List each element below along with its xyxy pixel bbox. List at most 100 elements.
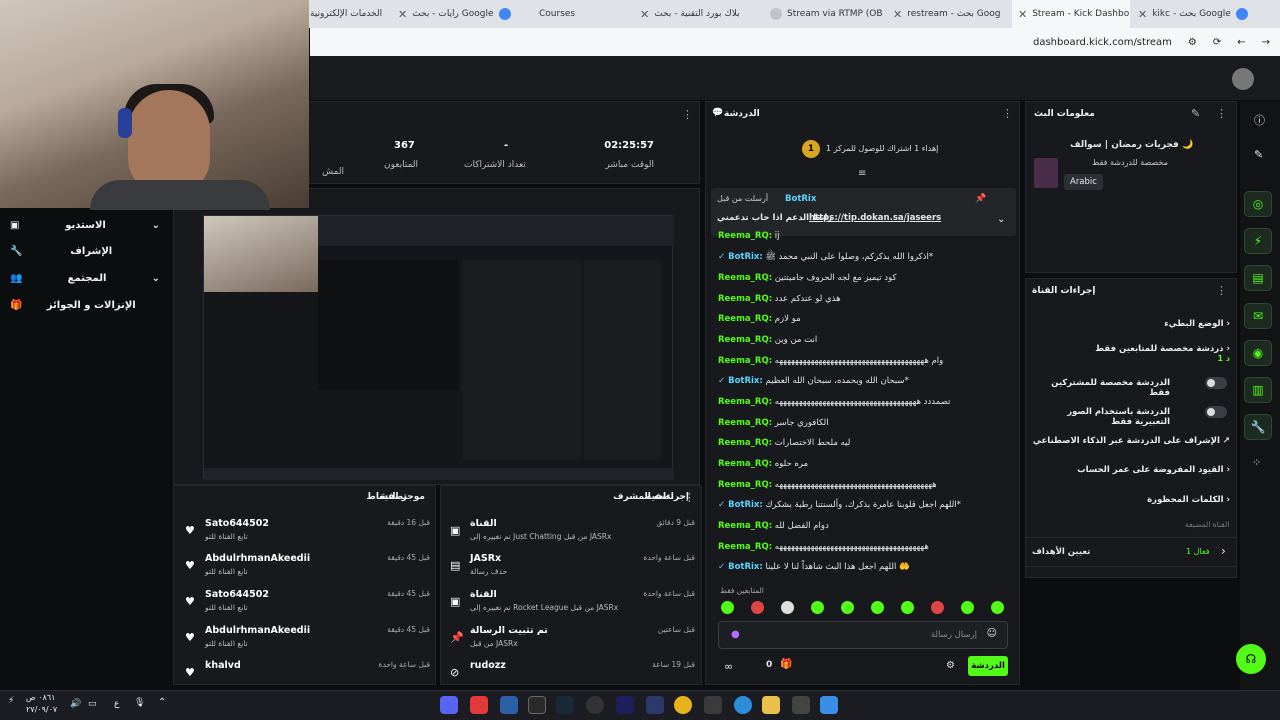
obs-icon[interactable]	[586, 696, 604, 714]
activity-row[interactable]: ♥ khalvd قبل ساعة واحدة	[185, 660, 430, 682]
forward-icon[interactable]: →	[1262, 37, 1270, 48]
menu-studio[interactable]: ▣ الاستديو ⌄	[10, 220, 160, 231]
activity-filter-button[interactable]: تصفية	[379, 492, 407, 502]
close-icon[interactable]: ✕	[893, 8, 902, 21]
chevron-down-icon[interactable]: ⌄	[997, 214, 1005, 225]
tune-icon[interactable]: ⚙	[1188, 37, 1197, 48]
account-age-row[interactable]: القيود المفروضة على عمر الحساب ›	[1030, 465, 1230, 475]
lightning-icon[interactable]: ⚡	[1244, 228, 1272, 254]
mod-row[interactable]: ▤ JASRx حذف رسالة قبل ساعة واحدة	[450, 553, 695, 583]
avatar[interactable]	[1232, 68, 1254, 90]
more-icon[interactable]: ⋮	[1216, 107, 1227, 120]
close-icon[interactable]: ✕	[398, 8, 407, 21]
emote-icon[interactable]	[871, 601, 884, 614]
chat-message[interactable]: ✓ BotRix: سبحان الله وبحمده، سبحان الله …	[718, 376, 909, 386]
mod-row[interactable]: ⊘ rudozz قبل 19 ساعة	[450, 660, 695, 682]
help-button[interactable]: ☊	[1236, 644, 1266, 674]
close-icon[interactable]: ✕	[640, 8, 649, 21]
chat-message[interactable]: Reema_RQ: مره حلوه	[718, 459, 808, 469]
chat-message[interactable]: Reema_RQ: تصمددد ههههههههههههههههههههههه…	[718, 397, 950, 407]
tab-7[interactable]: ✕ kikc - بحث Google	[1138, 0, 1268, 28]
document-icon[interactable]: ▤	[1244, 265, 1272, 291]
mic-icon[interactable]: ●	[731, 629, 740, 640]
info-icon[interactable]: ⓘ	[1254, 112, 1265, 128]
emote-icon[interactable]	[961, 601, 974, 614]
pinned-message[interactable]: أرسلت من قبل BotRix 📌 رابط الدعم اذا حاب…	[711, 188, 1016, 236]
followers-only-row[interactable]: دردشة مخصصة للمتابعين فقط › 1 د	[1030, 344, 1230, 363]
emote-icon[interactable]	[811, 601, 824, 614]
menu-community[interactable]: 👥 المجتمع ⌄	[10, 273, 160, 284]
app-icon[interactable]	[500, 696, 518, 714]
send-chat-button[interactable]: الدردشة	[968, 656, 1008, 676]
emote-icon[interactable]	[901, 601, 914, 614]
activity-row[interactable]: ♥ AbdulrhmanAkeedii تابع القناة للتو قبل 45…	[185, 625, 430, 655]
taskbar-date[interactable]: ٢٧/٠٩/٠٧	[26, 705, 57, 714]
tab-1[interactable]: ✕ رايات - بحث Google	[398, 0, 516, 28]
banned-words-row[interactable]: الكلمات المحظورة ›	[1030, 495, 1230, 505]
tab-kick-dashboard[interactable]: ✕ Stream - Kick Dashbo	[1012, 0, 1130, 28]
folder-icon[interactable]	[762, 696, 780, 714]
close-icon[interactable]: ✕	[1138, 8, 1147, 21]
edit-icon[interactable]: ✎	[1191, 107, 1200, 120]
chat-message[interactable]: Reema_RQ: هههههههههههههههههههههههههههههه…	[718, 542, 929, 552]
tab-0[interactable]: الخدمات الإلكترونية	[310, 0, 390, 28]
tab-5[interactable]: ✕ restream - بحث Goog	[893, 0, 1008, 28]
pencil-icon[interactable]: ✎	[1254, 148, 1263, 161]
emote-icon[interactable]	[781, 601, 794, 614]
reload-icon[interactable]: ⟳	[1213, 37, 1221, 48]
more-icon[interactable]: ⋮	[1216, 284, 1227, 297]
address-bar[interactable]: dashboard.kick.com/stream ⚙ ⟳ ← →	[310, 28, 1280, 56]
chat-message[interactable]: Reema_RQ: هذي لو عندكم عدد	[718, 294, 841, 304]
chat-message[interactable]: Reema_RQ: كود تيميز مع لجه الحروف جاميتت…	[718, 273, 897, 283]
language-tag[interactable]: Arabic	[1064, 174, 1103, 190]
chat-message[interactable]: Reema_RQ: ij	[718, 231, 780, 241]
chat-message[interactable]: Reema_RQ: هههههههههههههههههههههههههههههه…	[718, 480, 937, 490]
discord-icon[interactable]	[440, 696, 458, 714]
language-indicator[interactable]: ع	[114, 699, 119, 709]
chat-message[interactable]: Reema_RQ: انت من وين	[718, 335, 817, 345]
chat-message[interactable]: ✓ BotRix: اذكروا الله يذكركم، وصلوا على …	[718, 252, 933, 264]
chat-message[interactable]: Reema_RQ: الكافوري جاسر	[718, 418, 829, 428]
more-icon[interactable]: ⋮	[1002, 107, 1013, 120]
network-icon[interactable]: ▭	[88, 699, 97, 709]
chevron-up-icon[interactable]: ⌃	[158, 697, 166, 708]
steam-icon[interactable]	[556, 696, 574, 714]
broadcast-icon[interactable]: ◉	[1244, 340, 1272, 366]
chat-message[interactable]: ✓ BotRix: اللهم اجعل قلوبنا عامرة بذكرك،…	[718, 500, 961, 510]
emote-icon[interactable]	[931, 601, 944, 614]
menu-drops[interactable]: 🎁 الإنزالات و الجوائز	[10, 300, 160, 311]
epic-games-icon[interactable]	[528, 696, 546, 714]
wrench-icon[interactable]: 🔧	[1244, 414, 1272, 440]
tab-2[interactable]: Courses	[527, 0, 617, 28]
activity-row[interactable]: ♥ Sato644502 تابع القناة للتو قبل 16 دقيقة	[185, 518, 430, 548]
emote-icon[interactable]	[841, 601, 854, 614]
tab-4[interactable]: Stream via RTMP (OB	[770, 0, 885, 28]
search-icon[interactable]	[792, 696, 810, 714]
category-thumbnail[interactable]	[1034, 158, 1058, 188]
mod-row[interactable]: ▣ القناة تم تغييره إلى Just Chatting من قب…	[450, 518, 695, 548]
chrome-icon[interactable]	[674, 696, 692, 714]
chat-message[interactable]: ✓ BotRix: اللهم اجعل هذا البث شاهداً لنا…	[718, 562, 910, 572]
emote-icon[interactable]	[721, 601, 734, 614]
apps-icon[interactable]: ⁘	[1252, 456, 1261, 469]
emotes-only-toggle[interactable]	[1205, 406, 1227, 418]
subscribers-only-toggle[interactable]	[1205, 377, 1227, 389]
taskbar-time[interactable]: ٠٨٦١ ص	[26, 693, 55, 702]
menu-moderation[interactable]: 🔧 الإشراف	[10, 246, 160, 257]
stream-preview[interactable]	[203, 215, 674, 480]
mic-icon[interactable]: 🎙	[134, 698, 145, 708]
chat-message[interactable]: Reema_RQ: دوام الفضل لله	[718, 521, 829, 531]
app-icon[interactable]	[470, 696, 488, 714]
pin-icon[interactable]: 📌	[975, 194, 986, 204]
speaker-icon[interactable]: 🔊	[70, 699, 81, 709]
gear-icon[interactable]: ⚙	[946, 660, 955, 671]
photoshop-icon[interactable]	[646, 696, 664, 714]
chat-message[interactable]: Reema_RQ: مو لازم	[718, 314, 801, 324]
emote-icon[interactable]	[991, 601, 1004, 614]
close-icon[interactable]: ✕	[1018, 8, 1027, 21]
app-icon[interactable]	[704, 696, 722, 714]
activity-row[interactable]: ♥ AbdulrhmanAkeedii تابع القناة للتو قبل 45…	[185, 553, 430, 583]
users-icon[interactable]: ∞	[724, 660, 733, 673]
target-icon[interactable]: ◎	[1244, 191, 1272, 217]
premiere-icon[interactable]	[616, 696, 634, 714]
